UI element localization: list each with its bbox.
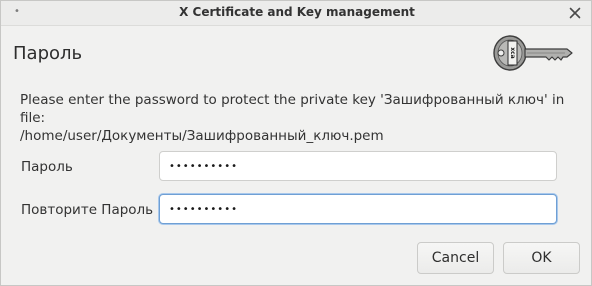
cancel-button[interactable]: Cancel [417, 242, 494, 274]
password-dialog-window: • X Certificate and Key management Парол… [0, 0, 592, 286]
dialog-heading: Пароль [13, 43, 83, 64]
close-icon [569, 7, 581, 19]
title-bar[interactable]: • X Certificate and Key management [1, 1, 591, 26]
message-line-2: /home/user/Документы/Зашифрованный_ключ.… [20, 128, 384, 144]
key-icon: xca [493, 35, 573, 71]
key-badge-text: xca [509, 47, 516, 58]
repeat-password-label: Повторите Пароль [21, 202, 154, 218]
close-button[interactable] [565, 3, 585, 23]
password-field[interactable]: •••••••••• [159, 151, 557, 181]
repeat-password-field[interactable]: •••••••••• [159, 194, 557, 224]
password-label: Пароль [21, 159, 73, 175]
message-line-1: Please enter the password to protect the… [20, 92, 565, 126]
ok-button[interactable]: OK [503, 242, 580, 274]
window-title: X Certificate and Key management [179, 5, 415, 19]
dialog-message: Please enter the password to protect the… [20, 91, 580, 145]
